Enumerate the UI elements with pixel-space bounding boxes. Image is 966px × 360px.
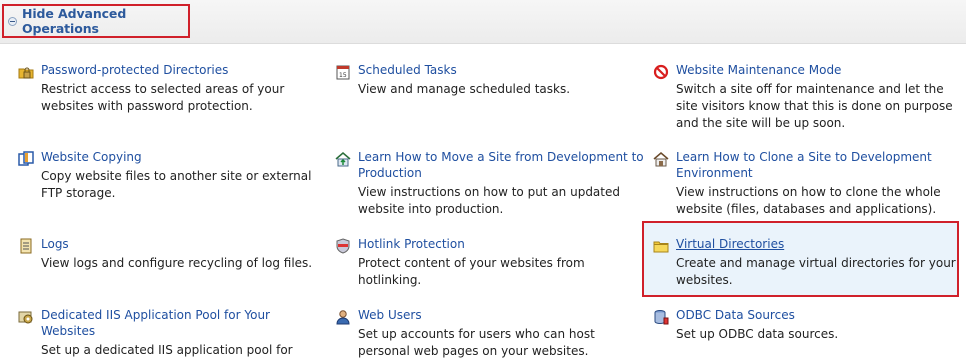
item-title[interactable]: Password-protected Directories [41,62,228,78]
app-pool-icon [18,309,34,325]
toggle-label: Hide Advanced Operations [22,6,127,36]
item-title[interactable]: ODBC Data Sources [676,307,795,323]
item-title[interactable]: Learn How to Move a Site from Developmen… [358,149,648,181]
item-description: Switch a site off for maintenance and le… [676,82,953,130]
collapse-icon [8,16,17,26]
item-title[interactable]: Dedicated IIS Application Pool for Your … [41,307,281,339]
item-title[interactable]: Website Copying [41,149,142,165]
database-icon [653,309,669,325]
item-title[interactable]: Hotlink Protection [358,236,465,252]
item-description: View logs and configure recycling of log… [41,256,313,270]
user-icon [335,309,351,325]
item-description: Set up ODBC data sources. [676,327,839,341]
item-description: Set up accounts for users who can host p… [358,327,595,358]
item-description: View and manage scheduled tasks. [358,82,571,96]
log-icon [18,238,34,254]
folder-icon [653,238,669,254]
shield-icon [335,238,351,254]
item-title[interactable]: Website Maintenance Mode [676,62,841,78]
svg-text:15: 15 [339,72,347,79]
item-title[interactable]: Learn How to Clone a Site to Development… [676,149,966,181]
item-description: Set up a dedicated IIS application pool … [41,343,293,357]
house-upload-icon [335,151,351,167]
item-title[interactable]: Virtual Directories [676,236,784,252]
item-description: Copy website files to another site or ex… [41,169,312,200]
no-entry-icon [653,64,669,80]
hide-advanced-operations-toggle[interactable]: Hide Advanced Operations [2,4,190,38]
item-title[interactable]: Logs [41,236,69,252]
advanced-operations-bar: Hide Advanced Operations [0,0,966,44]
house-clone-icon [653,151,669,167]
item-description: View instructions on how to clone the wh… [676,185,941,216]
calendar-icon: 15 [335,64,351,80]
item-description: Restrict access to selected areas of you… [41,82,285,113]
copy-icon [18,151,34,167]
item-description: Protect content of your websites from ho… [358,256,585,287]
lock-folder-icon [18,64,34,80]
item-title[interactable]: Scheduled Tasks [358,62,457,78]
item-title[interactable]: Web Users [358,307,422,323]
item-description: View instructions on how to put an updat… [358,185,620,216]
item-description: Create and manage virtual directories fo… [676,256,956,287]
